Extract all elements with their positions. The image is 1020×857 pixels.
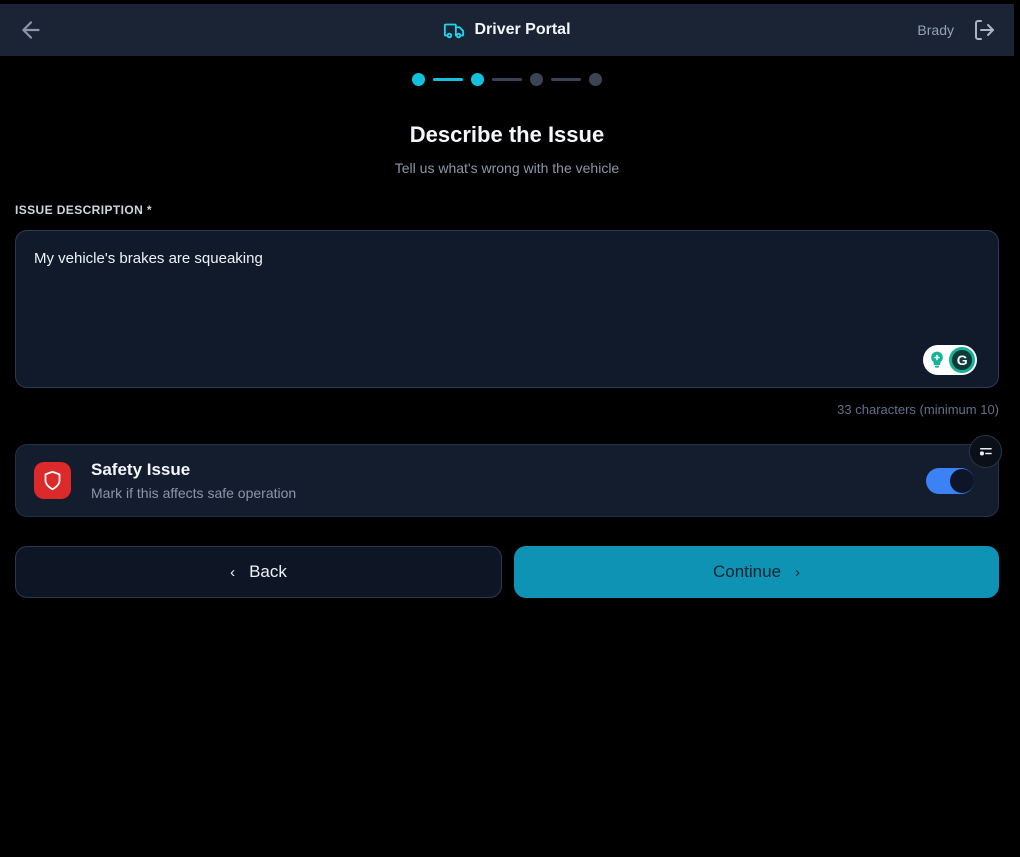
form-autofill-button[interactable] <box>969 435 1002 468</box>
step-dot <box>530 73 543 86</box>
continue-button-label: Continue <box>713 562 781 582</box>
safety-issue-title: Safety Issue <box>91 460 296 480</box>
header-back-button[interactable] <box>18 17 44 43</box>
issue-description-input[interactable]: My vehicle's brakes are squeaking <box>15 230 999 388</box>
arrow-left-icon <box>18 17 44 43</box>
issue-description-label: ISSUE DESCRIPTION * <box>15 203 999 217</box>
form-autofill-icon <box>976 442 995 461</box>
driver-portal-app: Driver Portal Brady Describe the Issue T… <box>0 4 1014 857</box>
grammarly-widget[interactable]: G <box>923 345 977 375</box>
chevron-right-icon: › <box>795 564 800 581</box>
app-header: Driver Portal Brady <box>0 4 1014 56</box>
progress-stepper <box>0 73 1014 86</box>
step-connector <box>551 78 581 81</box>
logout-button[interactable] <box>972 18 996 42</box>
safety-issue-card: Safety Issue Mark if this affects safe o… <box>15 444 999 517</box>
header-title-group: Driver Portal <box>0 19 1014 41</box>
safety-issue-subtitle: Mark if this affects safe operation <box>91 485 296 501</box>
step-dot <box>412 73 425 86</box>
step-connector <box>433 78 463 81</box>
step-dot <box>471 73 484 86</box>
safety-issue-toggle[interactable] <box>926 468 974 494</box>
page-subtitle: Tell us what's wrong with the vehicle <box>0 160 1014 176</box>
continue-button[interactable]: Continue › <box>514 546 999 598</box>
user-name: Brady <box>917 22 954 38</box>
character-counter: 33 characters (minimum 10) <box>15 402 999 417</box>
app-title: Driver Portal <box>474 21 570 39</box>
textarea-wrapper: My vehicle's brakes are squeaking G <box>15 230 999 393</box>
page-title: Describe the Issue <box>0 122 1014 148</box>
shield-badge <box>34 462 71 499</box>
safety-text-group: Safety Issue Mark if this affects safe o… <box>91 460 296 501</box>
header-right-group: Brady <box>917 18 996 42</box>
step-connector <box>492 78 522 81</box>
footer-button-row: ‹ Back Continue › <box>15 546 999 598</box>
main-content: ISSUE DESCRIPTION * My vehicle's brakes … <box>0 203 1014 598</box>
chevron-left-icon: ‹ <box>230 564 235 581</box>
toggle-knob <box>950 469 974 493</box>
back-button-label: Back <box>249 562 287 582</box>
grammarly-g-icon[interactable]: G <box>949 347 975 373</box>
shield-icon <box>42 470 63 491</box>
suggestion-bulb-icon[interactable] <box>925 348 948 372</box>
truck-icon <box>443 19 465 41</box>
back-button[interactable]: ‹ Back <box>15 546 502 598</box>
logout-icon <box>972 18 996 42</box>
step-dot <box>589 73 602 86</box>
